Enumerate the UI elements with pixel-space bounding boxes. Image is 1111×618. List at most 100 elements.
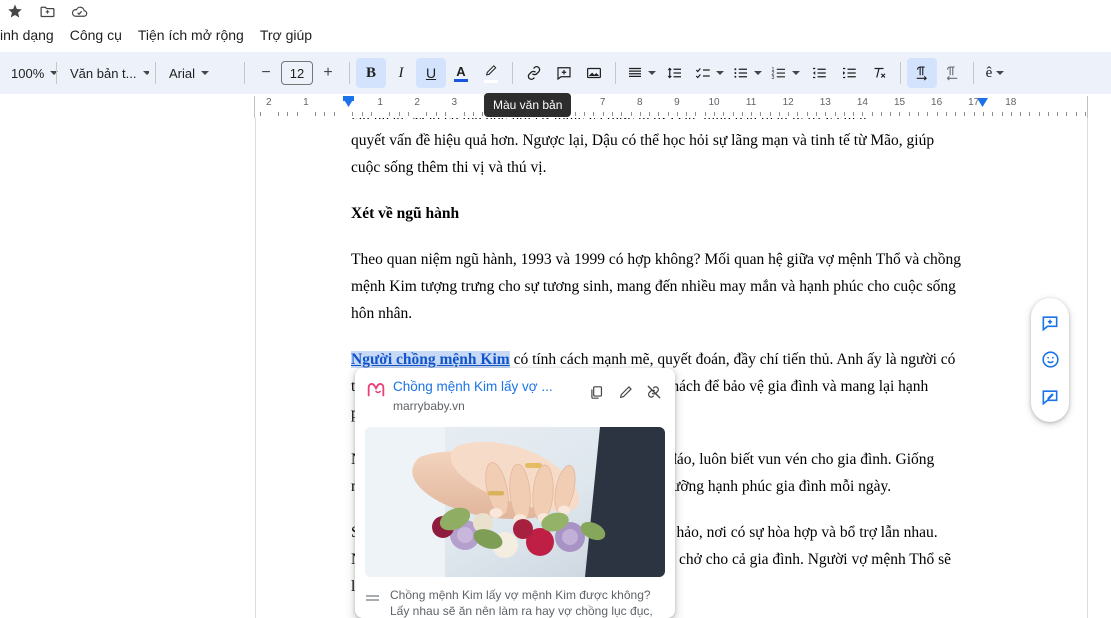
chevron-down-icon — [50, 71, 59, 75]
add-reaction-fab[interactable] — [1036, 346, 1064, 374]
ruler-tick — [918, 112, 919, 116]
toolbar-divider — [615, 62, 616, 84]
ruler-tick — [853, 112, 854, 116]
text-color-button[interactable]: A — [446, 58, 476, 88]
menu-tools[interactable]: Công cụ — [62, 24, 130, 46]
ruler-number: 7 — [599, 97, 606, 108]
ruler-tick — [816, 112, 817, 116]
ruler-tick — [844, 112, 845, 116]
tooltip-text-color: Màu văn bản — [484, 93, 572, 117]
ruler-tick — [797, 112, 798, 116]
ruler-tick — [584, 112, 585, 116]
paragraph-cut-top: lẫn nhau. Mão có thể học hỏi sự logic và… — [351, 118, 961, 119]
line-spacing-button[interactable] — [660, 58, 690, 88]
first-line-indent-marker[interactable] — [343, 96, 354, 101]
ruler-track[interactable]: 21123456789101112131415161718 — [254, 96, 1088, 118]
link-card-caption-line1: Chồng mệnh Kim lấy vợ mệnh Kim được khôn… — [390, 588, 651, 602]
font-size-input[interactable]: 12 — [281, 61, 313, 85]
ruler-tick — [974, 112, 975, 116]
chevron-down-icon — [996, 71, 1005, 75]
special-char-button[interactable]: ê — [980, 58, 1010, 88]
docs-editor-window: inh dạng Công cụ Tiện ích mở rộng Trợ gi… — [0, 0, 1111, 618]
italic-button[interactable]: I — [386, 58, 416, 88]
menu-format[interactable]: inh dạng — [0, 24, 62, 46]
link-card-caption-line2: Lấy nhau sẽ ăn nên làm ra hay vợ chồng l… — [390, 604, 653, 618]
increase-font-size-button[interactable]: + — [313, 58, 343, 88]
link-card-thumbnail — [365, 427, 665, 577]
ruler-tick — [695, 112, 696, 116]
menu-help[interactable]: Trợ giúp — [252, 24, 320, 46]
link-icon — [527, 66, 541, 80]
numbers-icon: 1 2 3 — [772, 67, 785, 81]
copy-link-button[interactable] — [583, 379, 609, 405]
rtl-button[interactable] — [937, 58, 967, 88]
ruler-tick — [1029, 112, 1030, 116]
ruler-tick — [436, 112, 437, 116]
numbered-list-button[interactable]: 1 2 3 — [766, 58, 804, 88]
ruler-tick — [686, 112, 687, 116]
link-card-text: Chồng mệnh Kim lấy vợ ... marrybaby.vn — [393, 378, 583, 413]
marrybaby-logo-icon — [365, 379, 387, 401]
bold-glyph: B — [365, 64, 376, 81]
formatting-toolbar: 100% Văn bản t... Arial − 12 + B I U A 1… — [0, 52, 1111, 94]
ruler-tick — [733, 112, 734, 116]
ruler-tick — [640, 112, 641, 116]
star-icon[interactable] — [2, 1, 28, 21]
remove-link-button[interactable] — [641, 379, 667, 405]
bold-button[interactable]: B — [356, 58, 386, 88]
chevron-down-icon — [648, 71, 656, 75]
ruler-tick — [362, 112, 363, 116]
insert-link-button[interactable] — [519, 58, 549, 88]
underline-button[interactable]: U — [416, 58, 446, 88]
zoom-selector[interactable]: 100% — [4, 58, 59, 88]
ruler-tick — [992, 112, 993, 116]
ruler-number: 17 — [968, 97, 980, 108]
ruler-tick — [371, 112, 372, 116]
wedding-photo — [365, 427, 665, 577]
svg-text:3: 3 — [772, 75, 775, 81]
chevron-down-icon — [754, 71, 762, 75]
ruler-number: 2 — [266, 97, 272, 108]
insert-image-button[interactable] — [579, 58, 609, 88]
ltr-button[interactable] — [907, 58, 937, 88]
ruler-number: 15 — [893, 97, 906, 108]
ruler-tick — [575, 112, 576, 116]
add-comment-button[interactable] — [549, 58, 579, 88]
highlight-color-button[interactable] — [476, 58, 506, 88]
decrease-indent-button[interactable] — [804, 58, 834, 88]
ruler-tick — [324, 112, 325, 116]
inline-link-nguoi-chong-menh-kim[interactable]: Người chồng mệnh Kim — [351, 351, 510, 368]
cloud-saved-icon[interactable] — [66, 1, 92, 21]
ruler-number: 1 — [377, 97, 383, 108]
font-family-selector[interactable]: Arial — [162, 58, 238, 88]
bulleted-list-button[interactable] — [728, 58, 766, 88]
align-button[interactable] — [622, 58, 660, 88]
decrease-font-size-button[interactable]: − — [251, 58, 281, 88]
ruler-number: 14 — [856, 97, 868, 108]
clear-formatting-button[interactable] — [864, 58, 894, 88]
ruler-tick — [807, 112, 808, 116]
chevron-down-icon — [142, 71, 149, 75]
checklist-button[interactable] — [690, 58, 728, 88]
menu-extensions[interactable]: Tiện ích mở rộng — [130, 24, 252, 46]
checklist-icon — [695, 68, 710, 79]
increase-indent-button[interactable] — [834, 58, 864, 88]
paragraph-style-selector[interactable]: Văn bản t... — [63, 58, 149, 88]
link-preview-card[interactable]: Chồng mệnh Kim lấy vợ ... marrybaby.vn C… — [355, 368, 675, 618]
toolbar-divider — [512, 62, 513, 84]
ruler-tick — [260, 112, 261, 116]
ruler-tick — [315, 112, 316, 116]
add-comment-fab[interactable] — [1036, 309, 1064, 337]
ruler-tick — [964, 112, 965, 116]
edit-link-button[interactable] — [612, 379, 638, 405]
ruler-tick — [779, 112, 780, 116]
move-to-folder-icon[interactable] — [34, 1, 60, 21]
ruler-number: 13 — [819, 97, 831, 108]
link-card-title[interactable]: Chồng mệnh Kim lấy vợ ... — [393, 378, 583, 396]
link-card-header: Chồng mệnh Kim lấy vợ ... marrybaby.vn — [355, 368, 675, 417]
suggest-edit-fab[interactable] — [1036, 383, 1064, 411]
link-card-caption-row: Chồng mệnh Kim lấy vợ mệnh Kim được khôn… — [355, 577, 675, 618]
text-color-icon: A — [454, 65, 468, 82]
rtl-icon — [946, 66, 958, 81]
ruler-tick — [909, 112, 910, 116]
